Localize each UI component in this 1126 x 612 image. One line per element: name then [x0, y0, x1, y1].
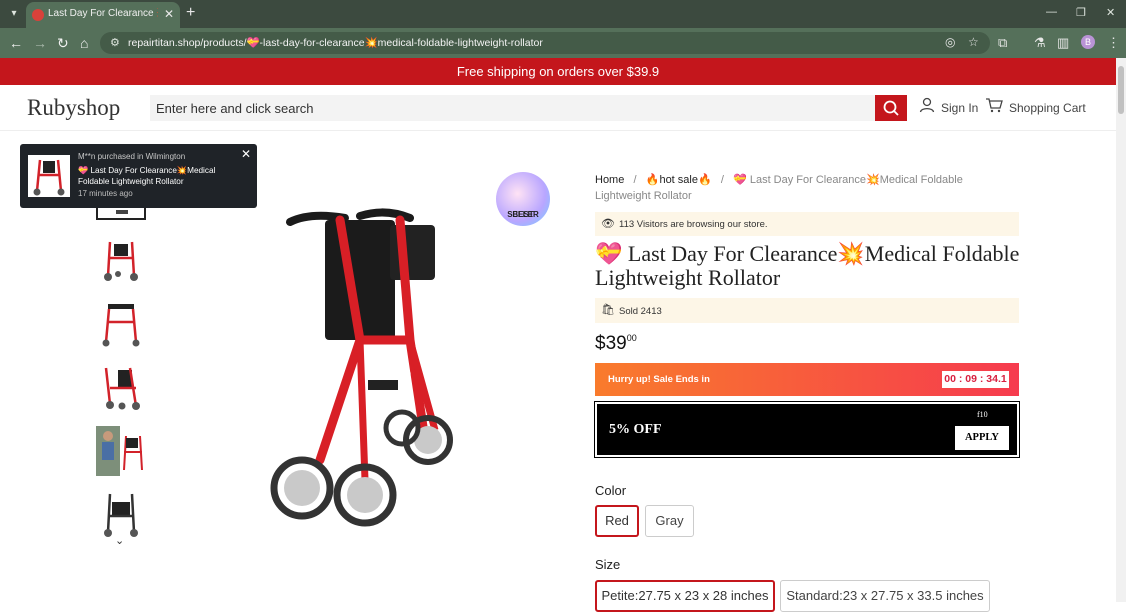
badge-line2: SELLER	[507, 210, 539, 219]
notification-product-image	[28, 155, 70, 197]
browser-toolbar: ← → ↻ ⌂ ⚙ repairtitan.shop/products/💝-la…	[0, 28, 1126, 58]
sign-in-link[interactable]: Sign In	[941, 101, 978, 115]
promo-banner: Free shipping on orders over $39.9	[0, 58, 1116, 85]
profile-avatar[interactable]: B	[1081, 35, 1095, 49]
sale-countdown-bar: Hurry up! Sale Ends in 00 : 09 : 34.1	[595, 363, 1019, 396]
coupon-card: 5% OFF f10 APPLY	[594, 401, 1020, 458]
rollator-thumbnail-image	[104, 493, 138, 537]
sale-text: Hurry up! Sale Ends in	[608, 374, 710, 385]
browser-tab[interactable]: Last Day For Clearance 💥 M ✕	[26, 2, 180, 28]
scrollbar-thumb[interactable]	[1118, 66, 1124, 114]
breadcrumb: Home / 🔥hot sale🔥 / 💝 Last Day For Clear…	[595, 172, 1015, 204]
size-option-standard[interactable]: Standard:23 x 27.75 x 33.5 inches	[780, 580, 990, 612]
color-option-red[interactable]: Red	[595, 505, 639, 537]
site-info-icon[interactable]: ⚙	[110, 36, 120, 49]
notification-time: 17 minutes ago	[78, 189, 133, 198]
bookmark-star-icon[interactable]: ☆	[968, 35, 979, 49]
apply-coupon-button[interactable]: APPLY	[955, 426, 1009, 450]
product-thumbnail[interactable]	[96, 488, 146, 538]
breadcrumb-home[interactable]: Home	[595, 174, 624, 186]
browser-tab-bar: ▾ Last Day For Clearance 💥 M ✕ + — ❐ ✕	[0, 0, 1126, 28]
back-icon[interactable]: ←	[9, 35, 23, 51]
purchase-notification[interactable]: M**n purchased in Wilmington 💝 Last Day …	[20, 144, 257, 208]
rollator-thumbnail-image	[102, 304, 140, 347]
best-seller-badge: BEST SELLER	[496, 172, 550, 226]
countdown-timer: 00 : 09 : 34.1	[942, 371, 1009, 388]
coupon-code: f10	[977, 410, 988, 419]
notification-product: 💝 Last Day For Clearance💥Medical Foldabl…	[78, 166, 216, 186]
rollator-thumbnail-image	[104, 241, 138, 281]
product-price: $3900	[595, 333, 637, 355]
new-tab-icon[interactable]: +	[186, 4, 195, 22]
site-header: Rubyshop Sign In Shopping Cart	[0, 85, 1116, 131]
color-label: Color	[595, 483, 627, 498]
product-title: 💝 Last Day For Clearance💥Medical Foldabl…	[595, 241, 1020, 290]
rollator-lifestyle-thumbnail	[96, 426, 143, 476]
visitors-notice: 👁 113 Visitors are browsing our store.	[595, 212, 1019, 236]
more-menu-icon[interactable]: ⋮	[1107, 35, 1120, 51]
cart-link[interactable]: Shopping Cart	[1009, 101, 1086, 115]
extensions-icon[interactable]: ⧉	[998, 35, 1007, 51]
product-thumbnail[interactable]	[96, 234, 146, 284]
tab-search-icon[interactable]: ▾	[6, 6, 22, 22]
size-label: Size	[595, 557, 621, 572]
restore-icon[interactable]: ❐	[1076, 6, 1086, 19]
search-input[interactable]	[150, 95, 875, 121]
search-button[interactable]	[875, 95, 907, 121]
tab-title: Last Day For Clearance 💥 M	[48, 8, 158, 19]
main-product-image[interactable]: NITRO	[250, 190, 470, 550]
price-main: $39	[595, 333, 627, 354]
page-scrollbar[interactable]	[1116, 58, 1126, 602]
sold-text: Sold 2413	[619, 306, 662, 317]
coupon-discount: 5% OFF	[609, 422, 662, 437]
url-text[interactable]: repairtitan.shop/products/💝-last-day-for…	[128, 36, 543, 49]
price-cents: 00	[626, 333, 637, 343]
chevron-down-icon[interactable]: ⌄	[115, 534, 124, 547]
close-icon[interactable]: ✕	[241, 147, 251, 161]
reload-icon[interactable]: ↻	[57, 35, 69, 52]
sidebar-icon[interactable]: ▥	[1057, 35, 1069, 51]
size-option-petite[interactable]: Petite:27.75 x 23 x 28 inches	[595, 580, 775, 612]
sold-count: 🛍 Sold 2413	[595, 298, 1019, 323]
product-thumbnail[interactable]	[96, 426, 146, 476]
breadcrumb-separator: /	[720, 174, 724, 186]
eye-off-icon[interactable]: ◎	[945, 35, 955, 49]
minimize-icon[interactable]: —	[1046, 6, 1057, 18]
visitors-text: 113 Visitors are browsing our store.	[619, 219, 768, 230]
search-icon	[883, 100, 899, 116]
color-option-gray[interactable]: Gray	[645, 505, 694, 537]
cart-icon[interactable]	[985, 97, 1003, 113]
product-thumbnail[interactable]	[96, 298, 146, 348]
shopping-bag-icon: 🛍	[601, 304, 615, 316]
home-icon[interactable]: ⌂	[80, 35, 88, 51]
window-close-icon[interactable]: ✕	[1106, 6, 1115, 19]
user-icon[interactable]	[919, 97, 935, 113]
rollator-thumbnail-image	[104, 367, 140, 410]
eye-icon: 👁	[601, 218, 615, 230]
favicon-icon	[32, 9, 44, 21]
notification-buyer: M**n purchased in Wilmington	[78, 152, 186, 161]
address-bar[interactable]: ⚙ repairtitan.shop/products/💝-last-day-f…	[100, 32, 990, 54]
breadcrumb-hot-sale[interactable]: 🔥hot sale🔥	[646, 174, 712, 186]
product-thumbnail[interactable]	[96, 362, 146, 412]
breadcrumb-separator: /	[633, 174, 637, 186]
forward-icon[interactable]: →	[33, 35, 47, 51]
lab-icon[interactable]: ⚗	[1034, 35, 1046, 51]
site-logo[interactable]: Rubyshop	[27, 95, 120, 121]
tab-close-icon[interactable]: ✕	[164, 7, 174, 21]
